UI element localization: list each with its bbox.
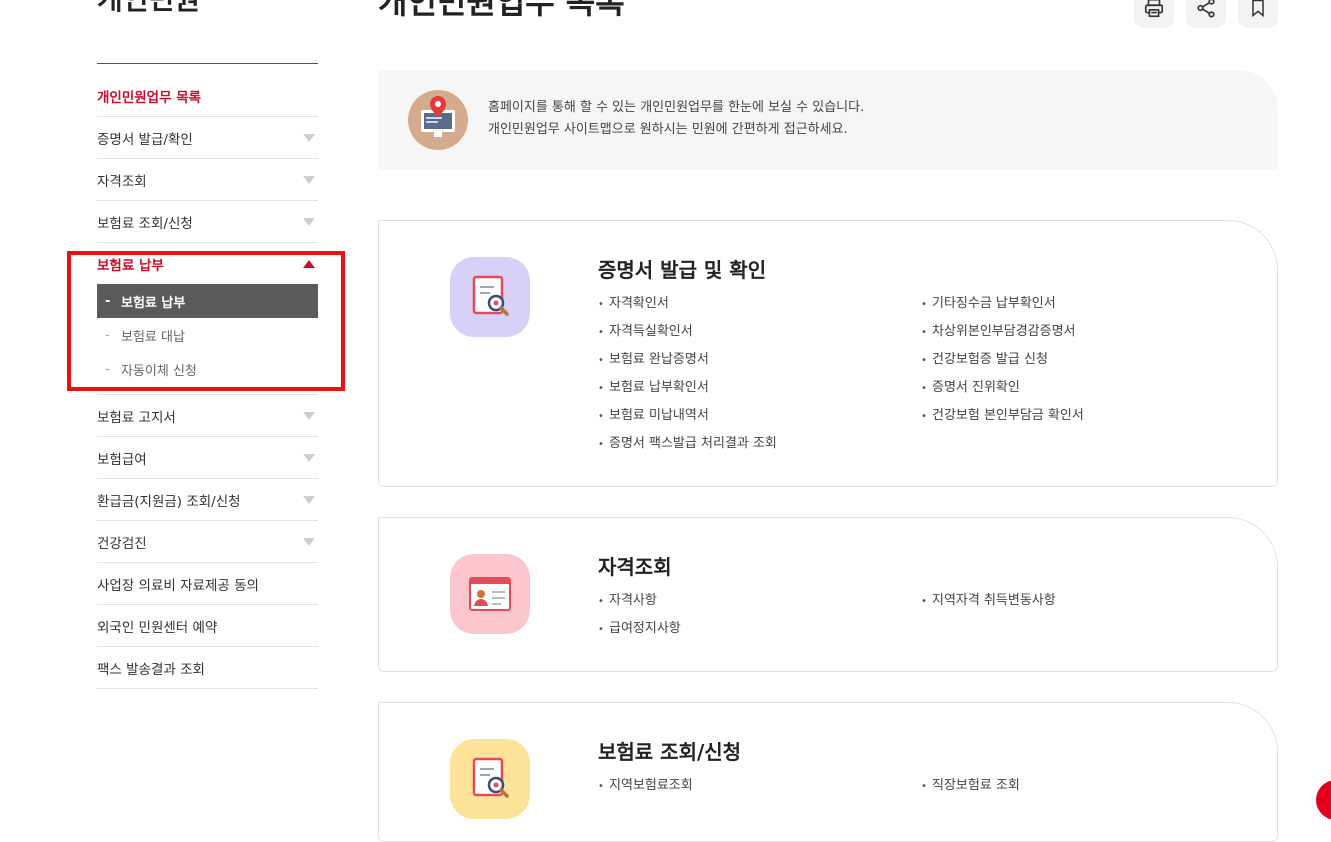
chevron-down-icon [303,176,315,184]
print-button[interactable] [1134,0,1174,28]
sidebar-submenu: - 보험료 납부 - 보험료 대납 - 자동이체 신청 [97,284,318,395]
sidebar-item-label: 보험급여 [97,451,147,468]
card-link[interactable]: 건강보험 본인부담금 확인서 [921,402,1084,430]
card-link-list: 직장보험료 조회 [921,772,1020,800]
sidebar-item-label: 개인민원업무 목록 [97,89,202,106]
sidebar-item-refund[interactable]: 환급금(지원금) 조회/신청 [97,479,318,521]
submenu-item-auto-transfer[interactable]: - 자동이체 신청 [97,352,318,386]
card-link[interactable]: 직장보험료 조회 [921,772,1020,800]
floating-action-button[interactable] [1316,780,1331,820]
dash-icon: - [105,361,110,377]
card-title: 보험료 조회/신청 [598,740,742,764]
card-title: 자격조회 [598,555,672,579]
intro-line: 개인민원업무 사이트맵으로 원하시는 민원에 간편하게 접근하세요. [488,122,848,137]
chevron-down-icon [303,134,315,142]
card-link[interactable]: 자격사항 [598,587,681,615]
card-link[interactable]: 자격확인서 [598,290,777,318]
card-title: 증명서 발급 및 확인 [598,258,767,282]
sidebar-item-label: 건강검진 [97,535,147,552]
sidebar-item-label: 팩스 발송결과 조회 [97,661,205,678]
chevron-down-icon [303,218,315,226]
sidebar-item-label: 보험료 고지서 [97,409,176,426]
card-link[interactable]: 증명서 팩스발급 처리결과 조회 [598,430,777,458]
sidebar-item-label: 환급금(지원금) 조회/신청 [97,493,241,510]
sidebar-item-checkup[interactable]: 건강검진 [97,521,318,563]
intro-text: 홈페이지를 통해 할 수 있는 개인민원업무를 한눈에 보실 수 있습니다. 개… [488,97,864,141]
intro-line: 홈페이지를 통해 할 수 있는 개인민원업무를 한눈에 보실 수 있습니다. [488,100,865,115]
card-link[interactable]: 급여정지사항 [598,615,681,643]
document-magnifier-icon [450,257,530,337]
card-qualification: 자격조회 자격사항 급여정지사항 지역자격 취득변동사항 [378,517,1278,672]
id-card-icon [450,554,530,634]
card-link[interactable]: 보험료 미납내역서 [598,402,777,430]
bookmark-button[interactable] [1238,0,1278,28]
card-premium-inquiry: 보험료 조회/신청 지역보험료조회 직장보험료 조회 [378,702,1278,842]
sidebar-item-qualification[interactable]: 자격조회 [97,159,318,201]
sidebar-menu: 개인민원업무 목록 증명서 발급/확인 자격조회 보험료 조회/신청 보험료 납… [97,75,318,689]
card-certificates: 증명서 발급 및 확인 자격확인서 자격득실확인서 보험료 완납증명서 보험료 … [378,220,1278,487]
card-link[interactable]: 보험료 완납증명서 [598,346,777,374]
sidebar-item-premium-payment[interactable]: 보험료 납부 [97,243,318,284]
card-link[interactable]: 건강보험증 발급 신청 [921,346,1084,374]
card-link-list: 자격확인서 자격득실확인서 보험료 완납증명서 보험료 납부확인서 보험료 미납… [598,290,777,458]
card-link-list: 지역자격 취득변동사항 [921,587,1056,615]
chevron-down-icon [303,454,315,462]
sidebar-item-premium-inquiry[interactable]: 보험료 조회/신청 [97,201,318,243]
share-icon [1197,0,1215,18]
sidebar-item-civil-list[interactable]: 개인민원업무 목록 [97,75,318,117]
sidebar-item-certificates[interactable]: 증명서 발급/확인 [97,117,318,159]
chevron-down-icon [303,538,315,546]
intro-banner: 홈페이지를 통해 할 수 있는 개인민원업무를 한눈에 보실 수 있습니다. 개… [378,70,1278,170]
sidebar-item-label: 자격조회 [97,173,147,190]
monitor-location-icon [408,90,468,150]
card-link[interactable]: 지역보험료조회 [598,772,693,800]
share-button[interactable] [1186,0,1226,28]
sidebar-item-label: 사업장 의료비 자료제공 동의 [97,577,259,594]
sidebar-item-label: 증명서 발급/확인 [97,131,193,148]
page-title: 개인민원업무 목록 [378,0,625,21]
card-link[interactable]: 지역자격 취득변동사항 [921,587,1056,615]
card-link[interactable]: 보험료 납부확인서 [598,374,777,402]
submenu-item-premium-payment[interactable]: - 보험료 납부 [97,284,318,318]
submenu-item-label: 보험료 대납 [121,329,185,345]
card-link-list: 기타징수금 납부확인서 차상위본인부담경감증명서 건강보험증 발급 신청 증명서… [921,290,1084,430]
dash-icon: - [105,327,110,343]
submenu-item-label: 보험료 납부 [121,295,186,311]
sidebar-item-benefits[interactable]: 보험급여 [97,437,318,479]
sidebar-item-label: 보험료 납부 [97,257,164,274]
card-link-list: 지역보험료조회 [598,772,693,800]
card-link[interactable]: 자격득실확인서 [598,318,777,346]
sidebar-divider [97,63,318,64]
bookmark-icon [1252,0,1264,18]
document-magnifier-icon [450,739,530,819]
sidebar-item-premium-notice[interactable]: 보험료 고지서 [97,395,318,437]
sidebar-item-label: 보험료 조회/신청 [97,215,193,232]
submenu-item-label: 자동이체 신청 [121,363,197,379]
printer-icon [1144,0,1164,18]
card-link[interactable]: 기타징수금 납부확인서 [921,290,1084,318]
sidebar-item-medical-consent[interactable]: 사업장 의료비 자료제공 동의 [97,563,318,605]
card-link[interactable]: 차상위본인부담경감증명서 [921,318,1084,346]
sidebar-item-fax-result[interactable]: 팩스 발송결과 조회 [97,647,318,689]
sidebar-item-foreigner-reservation[interactable]: 외국인 민원센터 예약 [97,605,318,647]
card-link[interactable]: 증명서 진위확인 [921,374,1084,402]
submenu-item-proxy-payment[interactable]: - 보험료 대납 [97,318,318,352]
sidebar-title: 개인민원 [97,0,200,14]
dash-icon: - [105,293,111,309]
chevron-up-icon [303,260,315,268]
chevron-down-icon [303,496,315,504]
card-link-list: 자격사항 급여정지사항 [598,587,681,643]
chevron-down-icon [303,412,315,420]
sidebar-item-label: 외국인 민원센터 예약 [97,619,218,636]
